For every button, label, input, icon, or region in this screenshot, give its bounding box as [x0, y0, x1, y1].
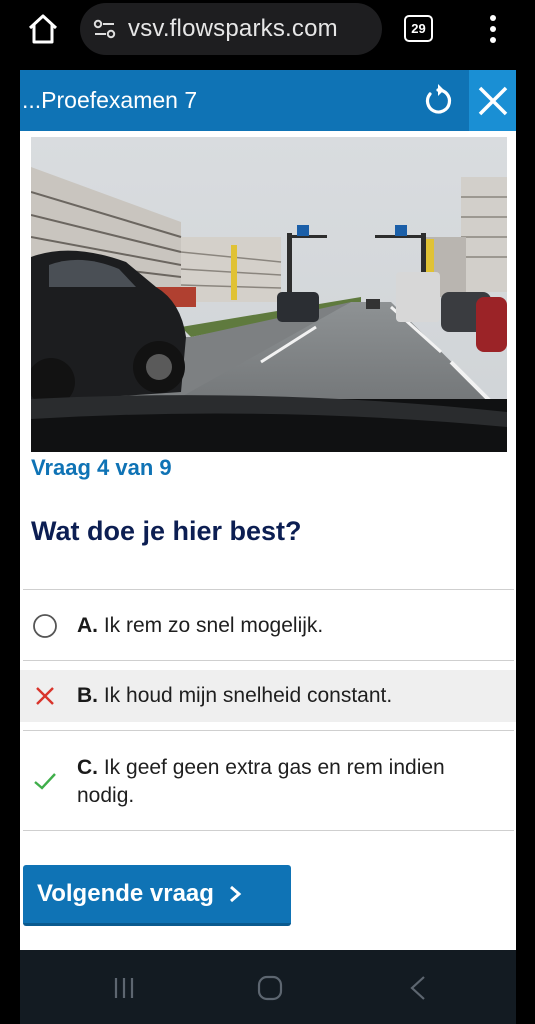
answer-letter: A.	[77, 614, 98, 637]
question-counter: Vraag 4 van 9	[31, 455, 172, 480]
answer-label: Ik rem zo snel mogelijk.	[103, 614, 324, 637]
next-question-label: Volgende vraag	[37, 880, 214, 907]
home-button-icon[interactable]	[256, 974, 284, 1002]
divider	[23, 660, 514, 661]
answer-label: Ik houd mijn snelheid constant.	[103, 684, 393, 707]
site-settings-icon[interactable]	[92, 17, 118, 41]
answer-option-a[interactable]: A. Ik rem zo snel mogelijk.	[20, 591, 516, 661]
answer-text: B. Ik houd mijn snelheid constant.	[77, 682, 392, 710]
tab-switcher-button[interactable]: 29	[404, 15, 433, 42]
screen-edge-left	[0, 58, 20, 1024]
divider	[23, 589, 514, 590]
radio-icon[interactable]	[32, 613, 58, 639]
answer-letter: C.	[77, 756, 98, 779]
answer-label-continued: nodig.	[77, 784, 135, 807]
recent-apps-icon[interactable]	[111, 976, 137, 1000]
cross-icon	[36, 687, 54, 705]
home-icon[interactable]	[26, 12, 60, 46]
back-icon[interactable]	[408, 974, 428, 1002]
answer-option-b[interactable]: B. Ik houd mijn snelheid constant.	[20, 670, 516, 722]
answer-text: C. Ik geef geen extra gas en rem indien …	[77, 754, 445, 810]
exam-title: ...Proefexamen 7	[22, 87, 198, 113]
system-navigation-bar	[20, 950, 516, 1024]
traffic-scene-image	[31, 137, 507, 452]
question-text: Wat doe je hier best?	[31, 516, 302, 546]
restart-icon[interactable]	[418, 80, 458, 120]
close-icon	[478, 86, 507, 115]
check-icon	[34, 773, 56, 790]
url-text[interactable]: vsv.flowsparks.com	[128, 15, 338, 43]
chevron-right-icon	[229, 885, 242, 903]
exam-page: ...Proefexamen 7 Vraag 4 van 9 Wat doe j…	[20, 70, 516, 950]
browser-toolbar: vsv.flowsparks.com 29	[0, 0, 535, 58]
answer-option-c[interactable]: C. Ik geef geen extra gas en rem indien …	[20, 732, 516, 830]
divider	[23, 730, 514, 731]
page-top-gap	[20, 58, 516, 70]
screen-edge-right	[516, 58, 535, 1024]
more-menu-icon[interactable]	[485, 12, 501, 46]
answer-letter: B.	[77, 684, 98, 707]
divider	[23, 830, 514, 831]
close-button[interactable]	[469, 70, 516, 131]
next-question-button[interactable]: Volgende vraag	[23, 865, 291, 926]
answer-label: Ik geef geen extra gas en rem indien	[103, 756, 445, 779]
answer-text: A. Ik rem zo snel mogelijk.	[77, 612, 323, 640]
address-bar[interactable]: vsv.flowsparks.com	[80, 3, 382, 55]
exam-header: ...Proefexamen 7	[20, 70, 516, 131]
